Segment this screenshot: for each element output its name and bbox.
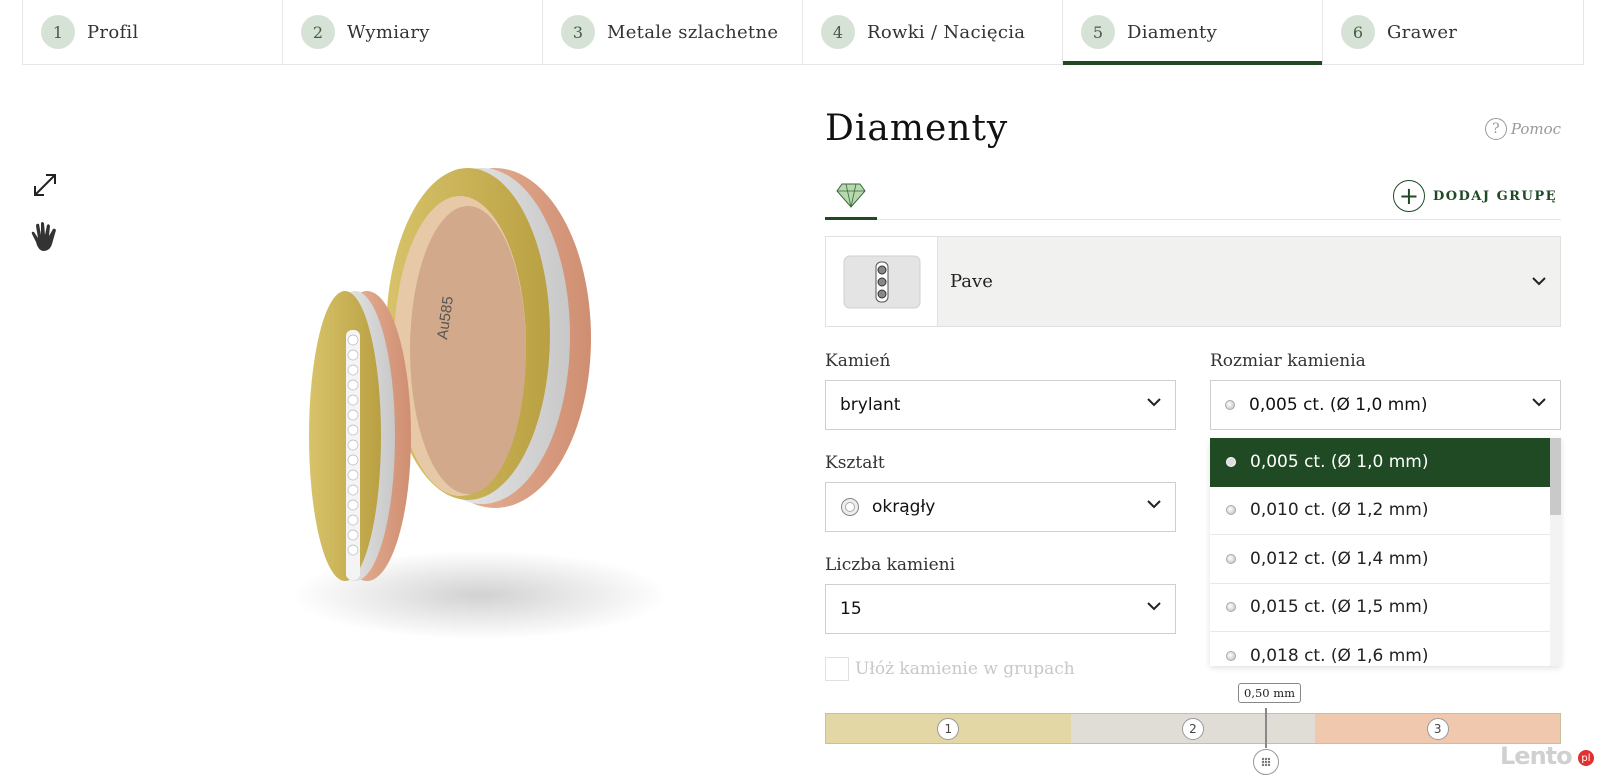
ring-image: Au585 (309, 168, 591, 581)
checkbox-label: Ułóż kamienie w grupach (855, 659, 1075, 679)
stone-value: brylant (840, 395, 901, 415)
segment-number: 1 (937, 717, 960, 740)
stone-dot-icon (1226, 650, 1236, 661)
size-option[interactable]: 0,005 ct. (Ø 1,0 mm) (1210, 438, 1550, 487)
segment-number: 2 (1182, 717, 1204, 740)
size-option-label: 0,015 ct. (Ø 1,5 mm) (1250, 597, 1429, 618)
step-number: 3 (561, 15, 595, 49)
count-value: 15 (840, 599, 862, 619)
step-wymiary[interactable]: 2 Wymiary (283, 0, 543, 64)
setting-thumbnail (826, 237, 938, 326)
group-tabs: + DODAJ GRUPĘ (825, 172, 1561, 220)
metal-segment-2[interactable]: 2 (1070, 714, 1316, 743)
diamond-panel: Diamenty ? Pomoc + DODAJ GRUPĘ Pave Kami… (825, 0, 1561, 778)
count-select[interactable]: 15 (825, 584, 1176, 634)
help-icon: ? (1484, 118, 1507, 140)
stone-dot-icon (1225, 400, 1235, 410)
stone-dot-icon (1226, 602, 1236, 613)
chevron-down-icon (1147, 398, 1161, 407)
stone-select[interactable]: brylant (825, 380, 1176, 430)
shape-value: okrągły (872, 497, 936, 517)
chevron-down-icon (1147, 500, 1161, 509)
metal-segments-bar: 1 2 3 (825, 713, 1561, 744)
step-number: 1 (41, 15, 75, 49)
add-group-label: DODAJ GRUPĘ (1432, 188, 1557, 204)
dropdown-scrollbar[interactable] (1550, 438, 1561, 666)
plus-icon: + (1392, 180, 1425, 212)
stone-dot-icon (1226, 505, 1236, 516)
shape-label: Kształt (825, 453, 885, 473)
chevron-down-icon (1147, 602, 1161, 611)
setting-value: Pave (950, 271, 993, 292)
step-number: 2 (301, 15, 335, 49)
step-label: Wymiary (347, 21, 430, 43)
size-option-label: 0,018 ct. (Ø 1,6 mm) (1250, 645, 1429, 666)
size-option[interactable]: 0,018 ct. (Ø 1,6 mm) (1210, 632, 1550, 666)
step-profil[interactable]: 1 Profil (23, 0, 283, 64)
group-stones-checkbox[interactable]: Ułóż kamienie w grupach (825, 657, 1075, 681)
round-cut-icon (841, 498, 859, 516)
size-option-label: 0,012 ct. (Ø 1,4 mm) (1250, 548, 1429, 569)
stone-size-dropdown: 0,005 ct. (Ø 1,0 mm) 0,010 ct. (Ø 1,2 mm… (1210, 438, 1561, 666)
expand-icon[interactable] (28, 168, 62, 202)
size-option[interactable]: 0,015 ct. (Ø 1,5 mm) (1210, 584, 1550, 632)
size-option-label: 0,005 ct. (Ø 1,0 mm) (1250, 452, 1429, 473)
size-option-label: 0,010 ct. (Ø 1,2 mm) (1250, 500, 1429, 521)
step-label: Metale szlachetne (607, 21, 779, 43)
page-title: Diamenty (825, 108, 1009, 149)
stone-size-label: Rozmiar kamienia (1210, 351, 1366, 371)
metal-segment-1[interactable]: 1 (826, 714, 1071, 743)
size-option[interactable]: 0,012 ct. (Ø 1,4 mm) (1210, 535, 1550, 584)
help-link[interactable]: ? Pomoc (1484, 118, 1561, 140)
diamond-group-tab[interactable] (825, 172, 877, 220)
width-tooltip: 0,50 mm (1238, 683, 1302, 703)
step-label: Profil (87, 21, 139, 43)
stone-dot-icon (1226, 457, 1236, 468)
add-group-button[interactable]: + DODAJ GRUPĘ (1392, 180, 1557, 212)
stone-label: Kamień (825, 351, 891, 371)
stone-size-select[interactable]: 0,005 ct. (Ø 1,0 mm) (1210, 380, 1561, 430)
count-label: Liczba kamieni (825, 555, 956, 575)
step-metale[interactable]: 3 Metale szlachetne (543, 0, 803, 64)
hand-icon[interactable] (28, 220, 62, 254)
checkbox[interactable] (825, 657, 849, 681)
watermark-logo: Lento (1500, 742, 1573, 770)
watermark-badge: pl (1578, 750, 1594, 766)
shape-select[interactable]: okrągły (825, 482, 1176, 532)
setting-select[interactable]: Pave (825, 236, 1561, 327)
stone-size-value: 0,005 ct. (Ø 1,0 mm) (1249, 395, 1428, 415)
stone-position-line (1265, 708, 1267, 748)
stone-dot-icon (1226, 553, 1236, 564)
segment-number: 3 (1426, 717, 1449, 740)
help-label: Pomoc (1510, 120, 1561, 138)
metal-segment-3[interactable]: 3 (1315, 714, 1561, 743)
chevron-down-icon (1532, 398, 1546, 407)
chevron-down-icon (1532, 277, 1546, 286)
drag-handle-icon[interactable] (1253, 749, 1279, 775)
diamond-icon (836, 183, 866, 208)
scrollbar-thumb[interactable] (1550, 438, 1561, 515)
size-option[interactable]: 0,010 ct. (Ø 1,2 mm) (1210, 487, 1550, 535)
